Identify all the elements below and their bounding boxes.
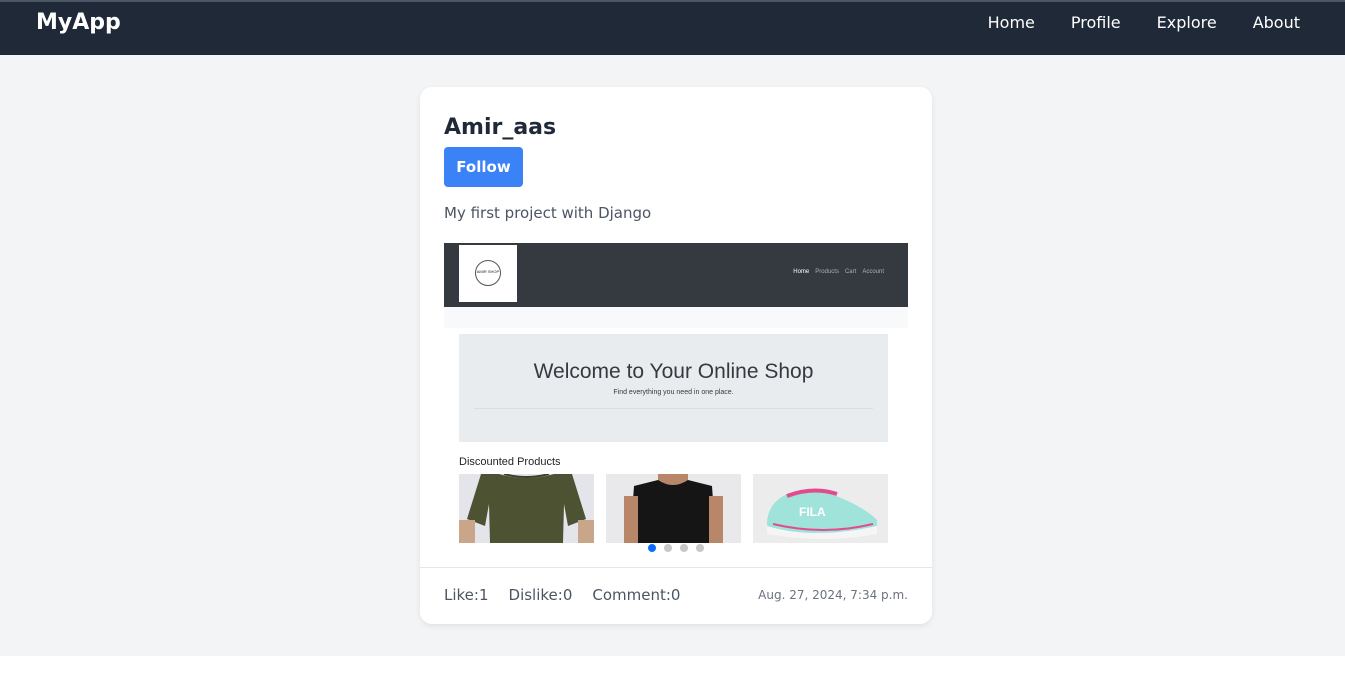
nav-about-link[interactable]: About bbox=[1253, 13, 1300, 32]
carousel-dot-1[interactable] bbox=[648, 544, 656, 552]
nav-explore-link[interactable]: Explore bbox=[1157, 13, 1217, 32]
nav-links: Home Profile Explore About bbox=[952, 13, 1300, 32]
carousel-dot-3[interactable] bbox=[680, 544, 688, 552]
top-navbar: MyApp Home Profile Explore About bbox=[0, 0, 1345, 55]
black-tshirt-image bbox=[606, 474, 741, 543]
post-username[interactable]: Amir_aas bbox=[444, 115, 556, 140]
post-preview-image[interactable]: AMIR SHOP Home Products Cart Account Wel… bbox=[444, 243, 908, 553]
like-count[interactable]: Like:1 bbox=[444, 586, 489, 604]
carousel-dot-2[interactable] bbox=[664, 544, 672, 552]
mint-sneaker-image: FILA bbox=[753, 474, 888, 543]
comment-count[interactable]: Comment:0 bbox=[592, 586, 680, 604]
shop-navbar: AMIR SHOP Home Products Cart Account bbox=[444, 243, 908, 307]
post-timestamp: Aug. 27, 2024, 7:34 p.m. bbox=[758, 588, 908, 602]
shop-hero: Welcome to Your Online Shop Find everyth… bbox=[459, 334, 888, 442]
nav-profile-link[interactable]: Profile bbox=[1071, 13, 1121, 32]
shop-strip bbox=[444, 307, 908, 328]
shop-nav-account: Account bbox=[862, 269, 884, 275]
post-card: Amir_aas Follow My first project with Dj… bbox=[420, 87, 932, 624]
dislike-count[interactable]: Dislike:0 bbox=[509, 586, 573, 604]
brand-logo[interactable]: MyApp bbox=[36, 10, 121, 35]
shop-nav-home: Home bbox=[793, 269, 810, 275]
olive-shirt-image bbox=[459, 474, 594, 543]
follow-button[interactable]: Follow bbox=[444, 147, 523, 187]
shop-hero-subtitle: Find everything you need in one place. bbox=[613, 389, 734, 396]
shop-nav-cart: Cart bbox=[844, 269, 857, 275]
shop-nav-products: Products bbox=[815, 269, 839, 275]
nav-home-link[interactable]: Home bbox=[988, 13, 1035, 32]
shop-logo-text: AMIR SHOP bbox=[476, 269, 500, 274]
shop-hero-title: Welcome to Your Online Shop bbox=[533, 360, 814, 383]
card-divider bbox=[420, 567, 932, 568]
svg-text:FILA: FILA bbox=[799, 505, 826, 519]
shop-nav-links: Home Products Cart Account bbox=[787, 269, 884, 275]
discounted-products-title: Discounted Products bbox=[459, 456, 561, 468]
shop-hero-divider bbox=[474, 408, 873, 409]
carousel-dot-4[interactable] bbox=[696, 544, 704, 552]
shop-logo: AMIR SHOP bbox=[459, 245, 517, 302]
post-description: My first project with Django bbox=[444, 204, 652, 222]
carousel-dots bbox=[648, 544, 712, 552]
post-stats: Like:1 Dislike:0 Comment:0 bbox=[444, 586, 700, 604]
